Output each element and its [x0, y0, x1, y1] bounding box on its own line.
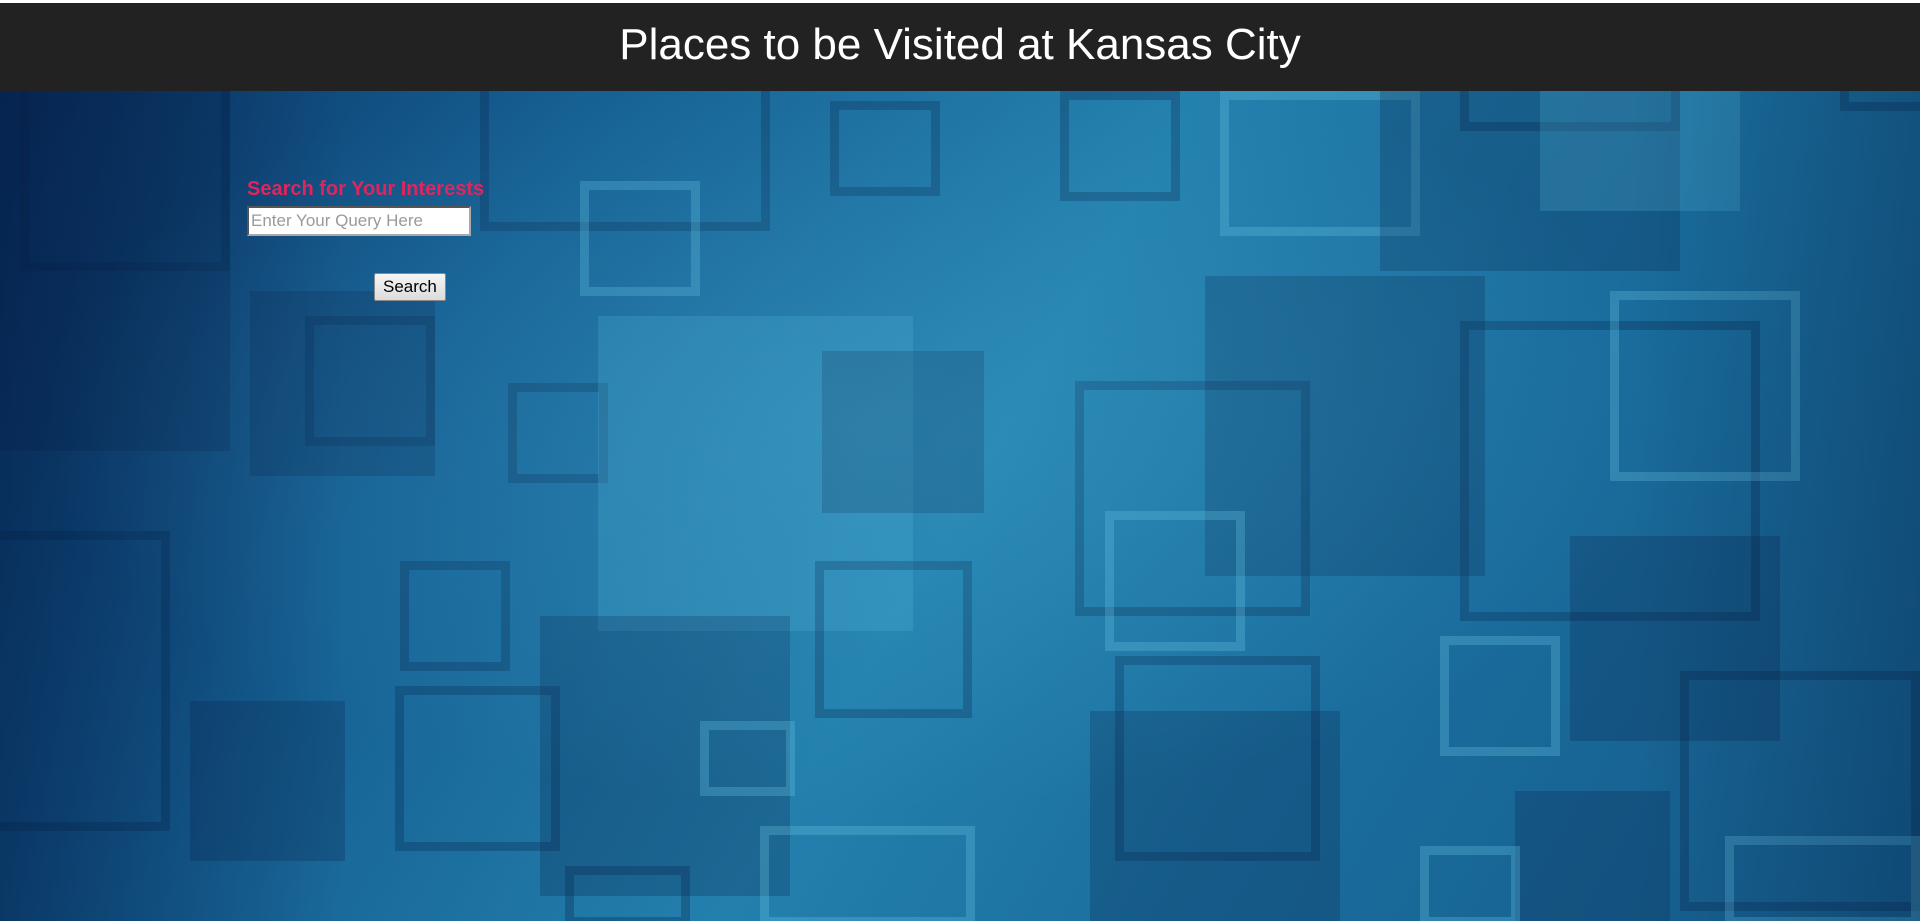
page-title: Places to be Visited at Kansas City	[619, 20, 1301, 69]
search-panel: Search for Your Interests Search	[247, 176, 485, 301]
search-input[interactable]	[247, 206, 471, 236]
page: Places to be Visited at Kansas City Sear…	[0, 0, 1920, 921]
search-button[interactable]: Search	[374, 273, 446, 301]
page-header: Places to be Visited at Kansas City	[0, 3, 1920, 91]
search-heading: Search for Your Interests	[247, 178, 485, 200]
